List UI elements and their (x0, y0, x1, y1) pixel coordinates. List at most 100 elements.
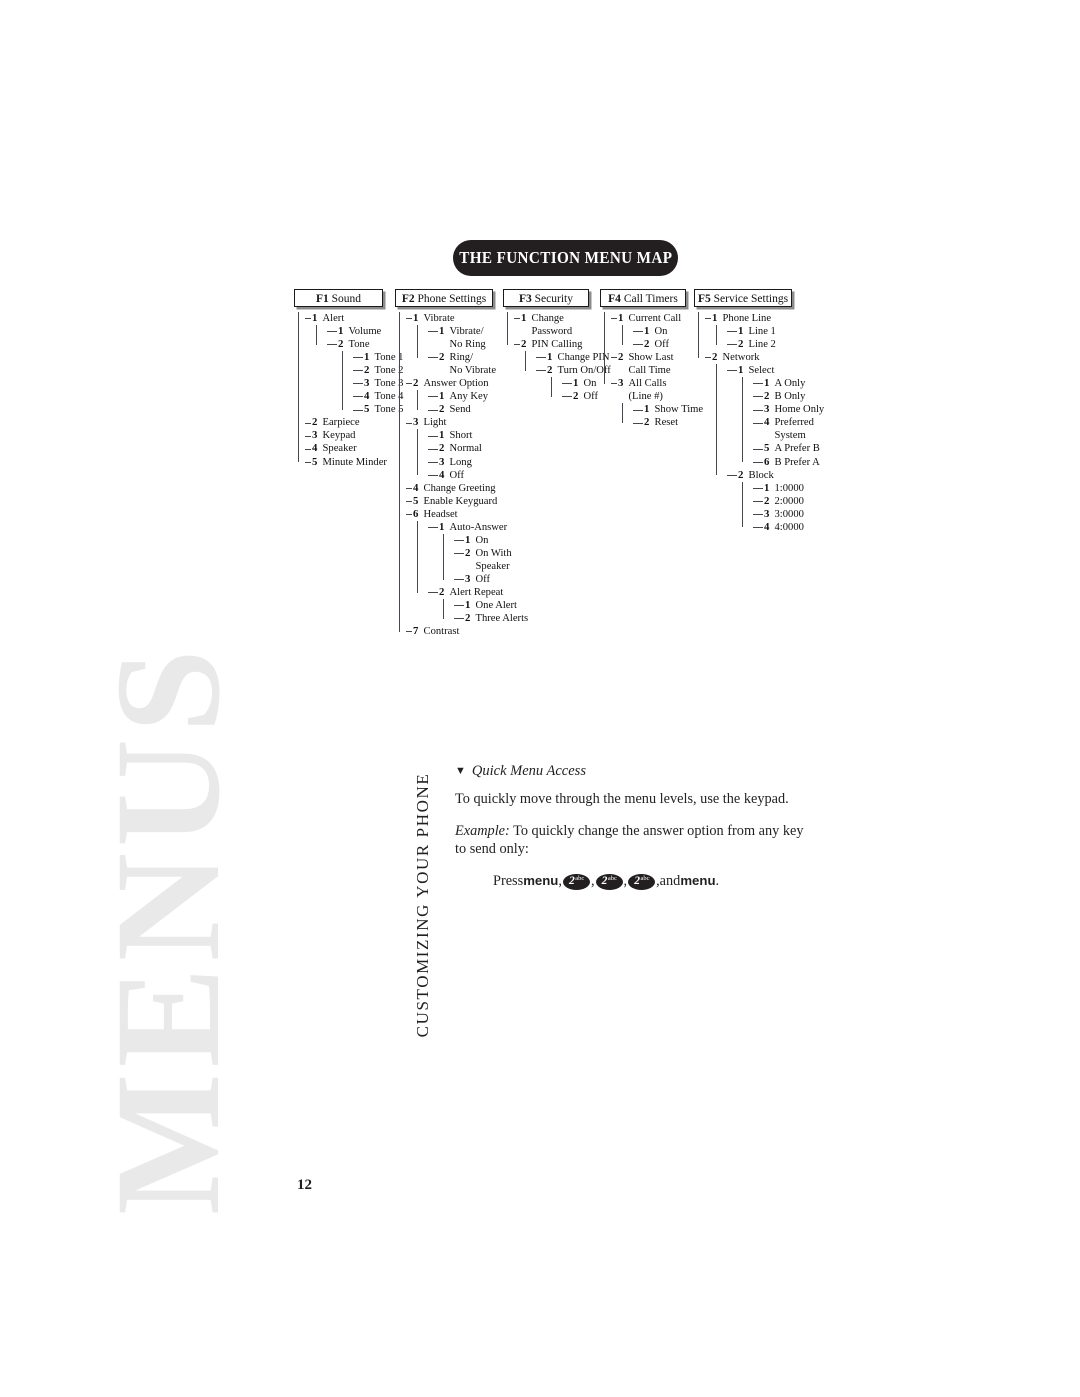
menu-node[interactable]: 1 Select 1 A Only 2 B Only 3 Home Only 4 Preferre… (727, 364, 824, 469)
menu-node-row[interactable]: 1 Phone Line (705, 312, 792, 325)
menu-node[interactable]: 2 Earpiece (301, 416, 383, 429)
menu-node-row[interactable]: 2 Ring/No Vibrate (428, 351, 496, 377)
menu-node[interactable]: 4 Tone 4 (353, 390, 403, 403)
menu-node-row[interactable]: 2 Reset (633, 416, 686, 429)
menu-node[interactable]: 2 Reset (633, 416, 686, 429)
menu-node-row[interactable]: 1 Select (727, 364, 792, 377)
menu-node-row[interactable]: 4 Change Greeting (406, 482, 496, 495)
menu-node[interactable]: 1 Show Time (633, 403, 703, 416)
menu-node[interactable]: 4 Off (428, 469, 493, 482)
menu-node[interactable]: 1 Volume (327, 325, 383, 338)
menu-node[interactable]: 3 All Calls (Line #) 1 Show Time 2 Reset (607, 377, 703, 429)
menu-node[interactable]: 3 Long (428, 456, 493, 469)
menu-node-row[interactable]: 1 Short (428, 429, 493, 442)
menu-node-row[interactable]: 3 All Calls (Line #) (611, 377, 686, 403)
menu-node-row[interactable]: 4 Off (428, 469, 493, 482)
menu-node[interactable]: 1 Current Call 1 On 2 Off (607, 312, 686, 351)
menu-node[interactable]: 5 Tone 5 (353, 403, 403, 416)
menu-node-row[interactable]: 1 Volume (327, 325, 383, 338)
menu-node-row[interactable]: 1 One Alert (454, 599, 517, 612)
menu-node[interactable]: 3 Off (454, 573, 493, 586)
menu-node-row[interactable]: 1 Current Call (611, 312, 686, 325)
menu-node[interactable]: 6 Headset 1 Auto-Answer 1 On 2 On With Speaker 3 O… (402, 508, 528, 625)
menu-node-row[interactable]: 1 Any Key (428, 390, 493, 403)
menu-node[interactable]: 3 3:0000 (753, 508, 804, 521)
menu-column-header-f3[interactable]: F3 Security (503, 289, 589, 307)
menu-node[interactable]: 2 Off (562, 390, 598, 403)
menu-node[interactable]: 4 Speaker (301, 442, 383, 455)
menu-node[interactable]: 1 On (454, 534, 493, 547)
menu-node-row[interactable]: 2 PIN Calling (514, 338, 589, 351)
menu-node-row[interactable]: 2 2:0000 (753, 495, 804, 508)
menu-node-row[interactable]: 5 Enable Keyguard (406, 495, 497, 508)
menu-node[interactable]: 2 Block 1 1:0000 2 2:0000 3 3:0000 4 4:0000 (727, 469, 804, 534)
menu-column-header-f5[interactable]: F5 Service Settings (694, 289, 792, 307)
menu-node[interactable]: 2 Off (633, 338, 686, 351)
menu-node[interactable]: 1 On (633, 325, 686, 338)
menu-node-row[interactable]: 1 Vibrate (406, 312, 493, 325)
menu-node[interactable]: 2 Normal (428, 442, 493, 455)
menu-node[interactable]: 2 On With Speaker (454, 547, 512, 573)
menu-node-row[interactable]: 2 B Only (753, 390, 805, 403)
menu-node-row[interactable]: 3 Long (428, 456, 493, 469)
menu-node[interactable]: 1 Change PIN (536, 351, 610, 364)
menu-node[interactable]: 2 Tone 1 Tone 1 2 Tone 2 3 Tone 3 4 Tone 4 5 Tone 5 (327, 338, 403, 416)
menu-node[interactable]: 1 Tone 1 (353, 351, 403, 364)
menu-node-row[interactable]: 3 3:0000 (753, 508, 804, 521)
menu-node-row[interactable]: 3 Light (406, 416, 493, 429)
menu-node[interactable]: 2 PIN Calling 1 Change PIN 2 Turn On/Off 1 On 2 O… (510, 338, 611, 403)
menu-node-row[interactable]: 2 Show Last Call Time (611, 351, 686, 377)
menu-node-row[interactable]: 5 Minute Minder (305, 456, 387, 469)
menu-node-row[interactable]: 2 Alert Repeat (428, 586, 503, 599)
menu-node-row[interactable]: 4 Speaker (305, 442, 383, 455)
menu-node-row[interactable]: 2 Off (562, 390, 598, 403)
menu-node-row[interactable]: 1 Line 1 (727, 325, 792, 338)
menu-node[interactable]: 2 Send (428, 403, 493, 416)
menu-node[interactable]: 1 Auto-Answer 1 On 2 On With Speaker 3 Off (428, 521, 512, 586)
menu-node[interactable]: 2 Tone 2 (353, 364, 403, 377)
menu-column-header-f1[interactable]: F1 Sound (294, 289, 383, 307)
menu-node-row[interactable]: 1 Alert (305, 312, 383, 325)
menu-node[interactable]: 3 Home Only (753, 403, 824, 416)
menu-node-row[interactable]: 2 Normal (428, 442, 493, 455)
menu-node-row[interactable]: 1 On (633, 325, 686, 338)
menu-node-row[interactable]: 2 On With Speaker (454, 547, 512, 573)
menu-node-row[interactable]: 3 Home Only (753, 403, 824, 416)
menu-node[interactable]: 2 Alert Repeat 1 One Alert 2 Three Alerts (428, 586, 528, 625)
menu-node[interactable]: 1 One Alert (454, 599, 517, 612)
menu-node[interactable]: 2 Answer Option 1 Any Key 2 Send (402, 377, 493, 416)
menu-node-row[interactable]: 6 B Prefer A (753, 456, 820, 469)
menu-node-row[interactable]: 2 Send (428, 403, 493, 416)
menu-node-row[interactable]: 1 Auto-Answer (428, 521, 507, 534)
menu-node-row[interactable]: 4 4:0000 (753, 521, 804, 534)
menu-node-row[interactable]: 1 On (454, 534, 493, 547)
menu-node-row[interactable]: 2 Line 2 (727, 338, 792, 351)
menu-node[interactable]: 1 Short (428, 429, 493, 442)
menu-node[interactable]: 1 On (562, 377, 596, 390)
menu-node-row[interactable]: 1 Tone 1 (353, 351, 403, 364)
menu-node-row[interactable]: 2 Answer Option (406, 377, 493, 390)
menu-node[interactable]: 6 B Prefer A (753, 456, 820, 469)
menu-node-row[interactable]: 1 Change PIN (536, 351, 610, 364)
menu-node-row[interactable]: 2 Tone (327, 338, 383, 351)
menu-node[interactable]: 5 Enable Keyguard (402, 495, 497, 508)
menu-column-header-f4[interactable]: F4 Call Timers (600, 289, 686, 307)
menu-node[interactable]: 2 2:0000 (753, 495, 804, 508)
menu-node-row[interactable]: 4 Tone 4 (353, 390, 403, 403)
menu-node-row[interactable]: 7 Contrast (406, 625, 493, 638)
menu-node[interactable]: 1 Change Password (510, 312, 589, 338)
menu-node-row[interactable]: 5 Tone 5 (353, 403, 403, 416)
menu-node[interactable]: 1 1:0000 (753, 482, 804, 495)
menu-node[interactable]: 7 Contrast (402, 625, 493, 638)
menu-node[interactable]: 5 Minute Minder (301, 456, 387, 469)
menu-node[interactable]: 5 A Prefer B (753, 442, 820, 455)
menu-node-row[interactable]: 1 Show Time (633, 403, 703, 416)
menu-node[interactable]: 1 Vibrate 1 Vibrate/No Ring 2 Ring/No Vibrate (402, 312, 496, 377)
menu-node-row[interactable]: 3 Off (454, 573, 493, 586)
menu-node[interactable]: 1 Line 1 (727, 325, 792, 338)
menu-node[interactable]: 1 Vibrate/No Ring (428, 325, 493, 351)
menu-node-row[interactable]: 2 Block (727, 469, 792, 482)
menu-node-row[interactable]: 1 Vibrate/No Ring (428, 325, 493, 351)
menu-node-row[interactable]: 2 Network (705, 351, 792, 364)
menu-node-row[interactable]: 3 Keypad (305, 429, 383, 442)
